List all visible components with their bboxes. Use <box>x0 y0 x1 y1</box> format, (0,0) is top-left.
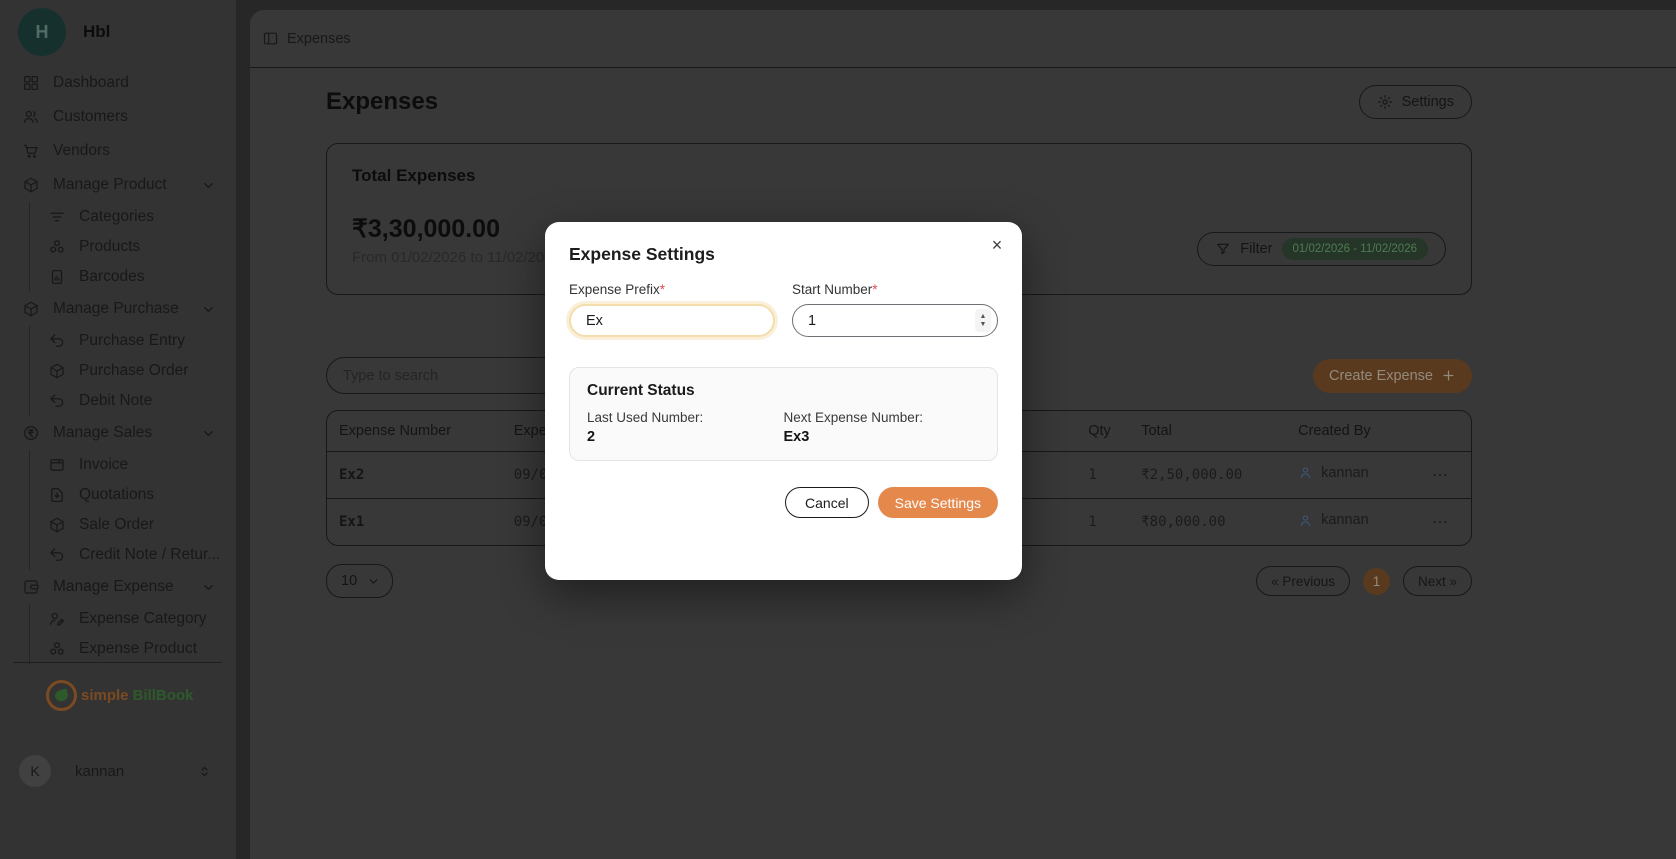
expense-prefix-field-group: Expense Prefix* <box>569 282 775 337</box>
start-number-input[interactable] <box>792 304 998 337</box>
modal-title: Expense Settings <box>569 244 998 265</box>
current-status-title: Current Status <box>587 382 980 400</box>
start-number-label: Start Number* <box>792 282 998 297</box>
expense-prefix-label: Expense Prefix* <box>569 282 775 297</box>
expense-prefix-input[interactable] <box>569 304 775 337</box>
close-icon[interactable]: × <box>984 232 1010 258</box>
number-stepper[interactable]: ▲▼ <box>975 309 991 332</box>
start-number-field-group: Start Number* ▲▼ <box>792 282 998 337</box>
required-asterisk: * <box>660 282 665 297</box>
next-expense-number: Next Expense Number: Ex3 <box>784 410 981 445</box>
current-status-panel: Current Status Last Used Number: 2 Next … <box>569 367 998 461</box>
expense-settings-modal: × Expense Settings Expense Prefix* Start… <box>545 222 1022 580</box>
last-used-number: Last Used Number: 2 <box>587 410 784 445</box>
save-settings-button[interactable]: Save Settings <box>878 487 998 518</box>
stepper-up-icon[interactable]: ▲ <box>980 313 987 321</box>
stepper-down-icon[interactable]: ▼ <box>980 321 987 329</box>
app-root: H Hbl Dashboard Customers Vendors Manage… <box>0 0 1676 859</box>
required-asterisk: * <box>872 282 877 297</box>
cancel-button[interactable]: Cancel <box>785 487 869 518</box>
